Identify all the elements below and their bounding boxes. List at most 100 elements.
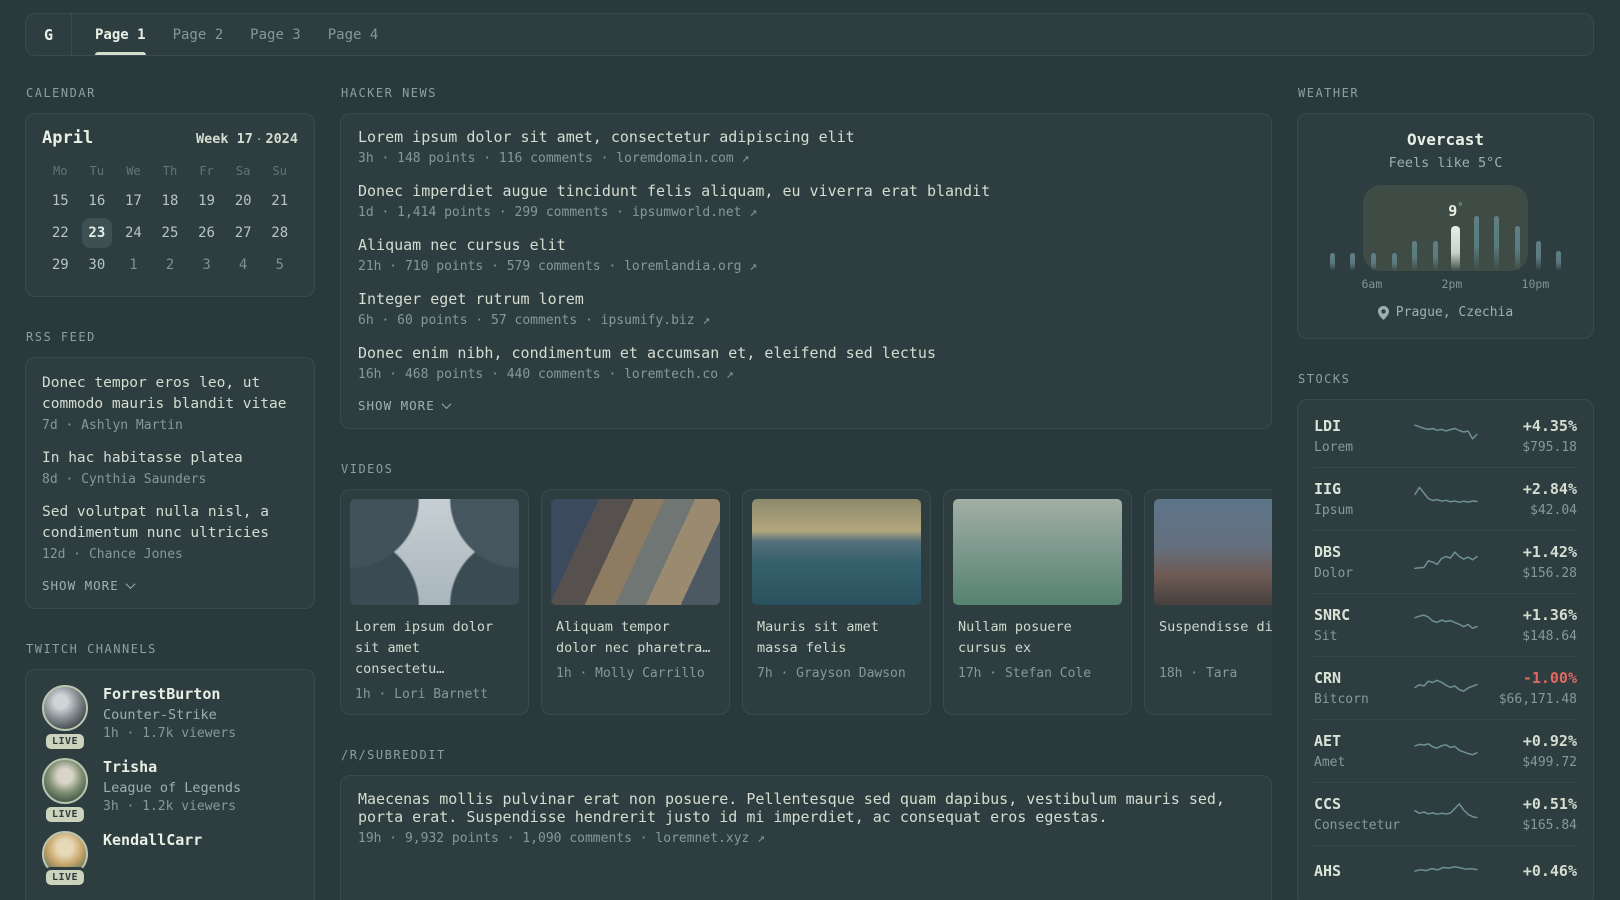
twitch-channel-row[interactable]: LIVE ForrestBurton Counter-Strike 1h · 1… — [42, 685, 298, 750]
weather-location: Prague, Czechia — [1314, 305, 1577, 320]
chevron-down-icon — [125, 579, 136, 590]
hn-item-title[interactable]: Donec enim nibh, condimentum et accumsan… — [358, 344, 1254, 362]
stock-symbol: DBS — [1314, 543, 1342, 561]
video-card[interactable]: Suspendisse diam 18h · Tara — [1144, 489, 1272, 715]
twitch-channel-name[interactable]: ForrestBurton — [103, 685, 236, 703]
calendar-day: 1 — [129, 257, 138, 273]
page-tab[interactable]: Page 1 — [95, 14, 146, 55]
twitch-channel-row[interactable]: LIVE KendallCarr — [42, 831, 298, 886]
twitch-avatar-wrap: LIVE — [42, 758, 88, 823]
video-card[interactable]: Nullam posuere cursus ex 17h · Stefan Co… — [943, 489, 1132, 715]
external-link-icon: ↗ — [749, 205, 758, 220]
hn-item-title[interactable]: Integer eget rutrum lorem — [358, 290, 1254, 308]
page-tab[interactable]: Page 2 — [173, 14, 224, 55]
weekday-label: Su — [272, 164, 287, 178]
stock-change: +2.84% — [1522, 480, 1577, 498]
video-card[interactable]: Mauris sit amet massa felis 7h · Grayson… — [742, 489, 931, 715]
videos-section-label: VIDEOS — [341, 462, 394, 476]
page-tab[interactable]: Page 3 — [250, 14, 301, 55]
video-thumbnail[interactable] — [350, 499, 519, 605]
stock-row[interactable]: LDI Lorem +4.35% $795.18 — [1314, 405, 1577, 467]
weather-bar — [1329, 253, 1335, 271]
weather-hour-label: 2pm — [1441, 277, 1463, 291]
hn-item-stats: 3h · 148 points · 116 comments · — [358, 151, 617, 166]
video-thumbnail[interactable] — [752, 499, 921, 605]
hn-item-title[interactable]: Lorem ipsum dolor sit amet, consectetur … — [358, 128, 1254, 146]
stock-right: +0.92% $499.72 — [1479, 732, 1577, 770]
hn-item-source-link[interactable]: loremdomain.com — [616, 151, 733, 166]
rss-item-title[interactable]: Sed volutpat nulla nisl, a condimentum n… — [42, 502, 298, 544]
sparkline-chart — [1413, 486, 1478, 504]
rss-card: Donec tempor eros leo, ut commodo mauris… — [25, 357, 315, 610]
stock-row[interactable]: DBS Dolor +1.42% $156.28 — [1314, 530, 1577, 593]
calendar-week-year: Week 17 · 2024 — [196, 131, 298, 147]
weather-bar — [1556, 251, 1562, 271]
subreddit-card: Maecenas mollis pulvinar erat non posuer… — [340, 774, 1272, 900]
weather-location-label: Prague, Czechia — [1395, 305, 1514, 320]
video-card[interactable]: Aliquam tempor dolor nec pharetra… 1h · … — [541, 489, 730, 715]
twitch-channel-name[interactable]: Trisha — [103, 758, 241, 776]
rss-item-title[interactable]: In hac habitasse platea — [42, 448, 298, 469]
stock-row[interactable]: IIG Ipsum +2.84% $42.04 — [1314, 467, 1577, 530]
stock-row[interactable]: CCS Consectetur +0.51% $165.84 — [1314, 782, 1577, 845]
stock-sparkline — [1413, 858, 1479, 888]
stock-sparkline — [1413, 484, 1479, 514]
hn-item-source-link[interactable]: loremtech.co — [624, 367, 718, 382]
stock-row[interactable]: AET Amet +0.92% $499.72 — [1314, 719, 1577, 782]
stock-price: $66,171.48 — [1498, 692, 1577, 707]
external-link-icon: ↗ — [741, 151, 750, 166]
stock-symbol: AET — [1314, 732, 1342, 750]
hn-item-meta: 16h · 468 points · 440 comments · loremt… — [358, 367, 1254, 382]
weather-hour-label: 10pm — [1521, 277, 1550, 291]
stock-name: Ipsum — [1314, 503, 1354, 518]
hn-item-source-link[interactable]: ipsumify.biz — [601, 313, 695, 328]
stock-row[interactable]: AHS +0.46% — [1314, 845, 1577, 900]
twitch-channel-game: League of Legends — [103, 780, 242, 797]
hn-item-title[interactable]: Aliquam nec cursus elit — [358, 236, 1254, 254]
hackernews-show-more-label: SHOW MORE — [358, 398, 435, 413]
hackernews-widget: HACKER NEWS Lorem ipsum dolor sit amet, … — [340, 86, 1272, 429]
hn-item-source-link[interactable]: ipsumworld.net — [632, 205, 742, 220]
weekday-label: Sa — [235, 164, 251, 178]
video-title[interactable]: Aliquam tempor dolor nec pharetra… — [556, 617, 715, 659]
calendar-day: 15 — [51, 193, 69, 209]
page-tabs: Page 1 Page 2 Page 3 Page 4 — [72, 14, 378, 55]
stock-price: $148.64 — [1522, 629, 1577, 644]
stock-sparkline — [1413, 799, 1479, 829]
twitch-channel-list: LIVE ForrestBurton Counter-Strike 1h · 1… — [42, 685, 298, 886]
twitch-channel-row[interactable]: LIVE Trisha League of Legends 3h · 1.2k … — [42, 758, 298, 823]
stock-name: Consectetur — [1314, 818, 1401, 833]
weather-bar-slot — [1404, 241, 1425, 271]
stock-sparkline — [1413, 547, 1479, 577]
video-title[interactable]: Nullam posuere cursus ex — [958, 617, 1117, 659]
hn-item-title[interactable]: Donec imperdiet augue tincidunt felis al… — [358, 182, 1254, 200]
twitch-channel-name[interactable]: KendallCarr — [103, 831, 202, 849]
page-tab[interactable]: Page 4 — [328, 14, 379, 55]
hn-item-source-link[interactable]: loremlandia.org — [624, 259, 741, 274]
video-title[interactable]: Suspendisse diam — [1159, 617, 1272, 659]
weather-hour-labels: 6am 2pm 10pm — [1322, 277, 1569, 291]
twitch-channel-info: ForrestBurton Counter-Strike 1h · 1.7k v… — [103, 685, 236, 741]
video-thumbnail[interactable] — [1154, 499, 1272, 605]
weather-bar — [1473, 216, 1479, 271]
video-thumbnail[interactable] — [551, 499, 720, 605]
rss-item-title[interactable]: Donec tempor eros leo, ut commodo mauris… — [42, 373, 298, 415]
rss-item: Donec tempor eros leo, ut commodo mauris… — [42, 373, 298, 433]
subreddit-post-link[interactable]: loremnet.xyz — [655, 831, 749, 846]
video-card[interactable]: Lorem ipsum dolor sit amet consectetu… 1… — [340, 489, 529, 715]
subreddit-post-title[interactable]: Maecenas mollis pulvinar erat non posuer… — [358, 790, 1254, 826]
subreddit-post-stats: 19h · 9,932 points · 1,090 comments · — [358, 830, 656, 846]
stocks-section-label: STOCKS — [1298, 372, 1351, 386]
rss-section-label: RSS FEED — [26, 330, 96, 344]
stock-row[interactable]: SNRC Sit +1.36% $148.64 — [1314, 593, 1577, 656]
video-title[interactable]: Lorem ipsum dolor sit amet consectetu… — [355, 617, 514, 680]
calendar-day: 4 — [238, 257, 248, 273]
weekday-label: Fr — [199, 164, 214, 178]
rss-show-more-button[interactable]: SHOW MORE — [42, 578, 298, 593]
stock-row[interactable]: CRN Bitcorn -1.00% $66,171.48 — [1314, 656, 1577, 719]
video-thumbnail[interactable] — [953, 499, 1122, 605]
hackernews-show-more-button[interactable]: SHOW MORE — [358, 398, 1254, 413]
calendar-year: 2024 — [265, 131, 298, 147]
calendar-day: 3 — [202, 257, 211, 273]
video-title[interactable]: Mauris sit amet massa felis — [757, 617, 916, 659]
